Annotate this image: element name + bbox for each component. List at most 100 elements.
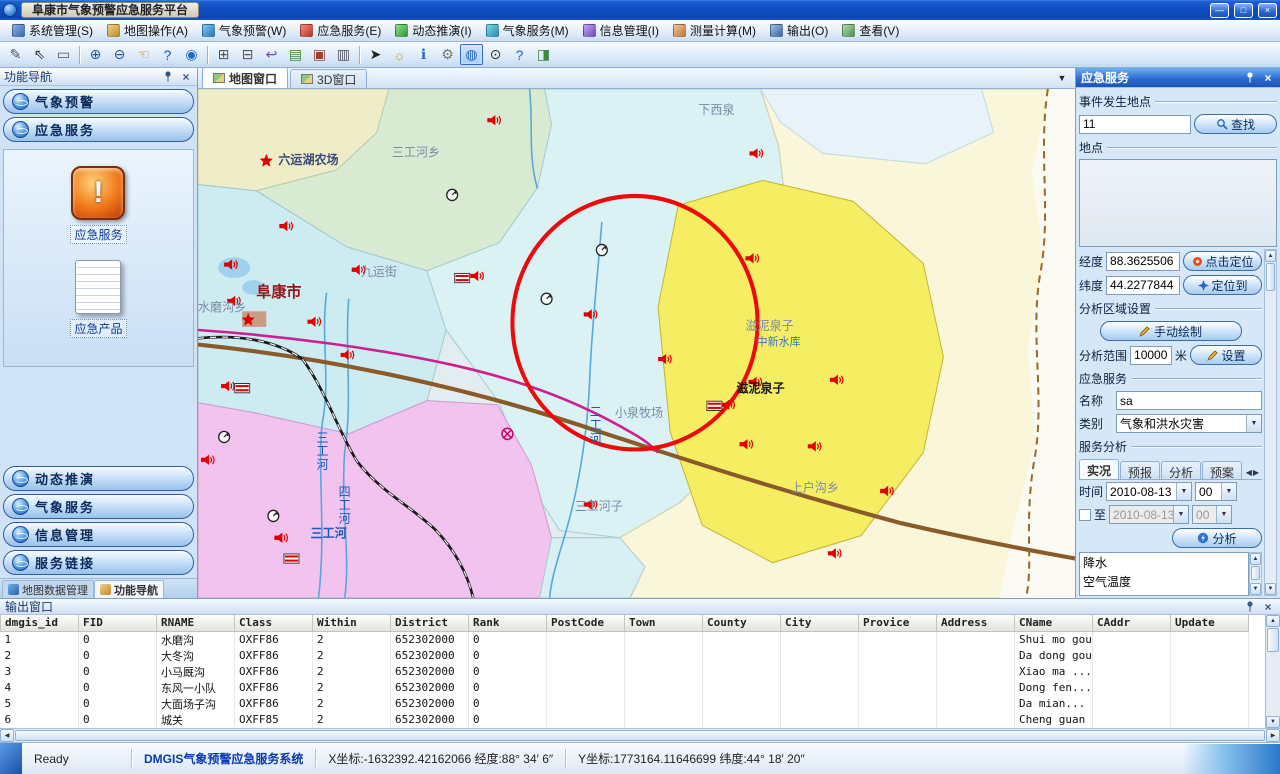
tab-map-data-management[interactable]: 地图数据管理	[2, 580, 94, 598]
menu-system-management[interactable]: 系统管理(S)	[6, 20, 99, 41]
weather-station-marker[interactable]	[541, 293, 552, 304]
weather-station-marker[interactable]	[219, 431, 230, 442]
table-row[interactable]: 20大冬沟OXFF8626523020000Da dong gou	[1, 648, 1249, 664]
scroll-up-icon[interactable]: ▲	[1265, 250, 1276, 262]
search-button[interactable]: 查找	[1194, 114, 1277, 134]
output-vertical-scrollbar[interactable]: ▲ ▼	[1265, 615, 1280, 728]
select-rectangle-button[interactable]: ▭	[52, 44, 75, 65]
column-header[interactable]: County	[703, 615, 781, 631]
info-button[interactable]: ℹ	[412, 44, 435, 65]
pan-hand-button[interactable]: ☜	[132, 44, 155, 65]
to-date-dropdown[interactable]: 2010-08-13 ▼	[1109, 505, 1189, 524]
service-list-item[interactable]: 空气温度	[1080, 572, 1248, 591]
column-header[interactable]: PostCode	[547, 615, 625, 631]
service-list[interactable]: 降水空气温度	[1079, 552, 1249, 596]
scroll-track[interactable]	[1266, 653, 1280, 716]
flag-marker[interactable]	[235, 383, 250, 392]
column-header[interactable]: Address	[937, 615, 1015, 631]
close-button[interactable]: ×	[1258, 3, 1277, 18]
menu-emergency-service[interactable]: 应急服务(E)	[294, 20, 387, 41]
column-header[interactable]: RNAME	[157, 615, 235, 631]
select-cursor-button[interactable]: ⇖	[28, 44, 51, 65]
help-button[interactable]: ?	[508, 44, 531, 65]
dropdown-arrow-icon[interactable]: ▼	[1173, 506, 1188, 523]
weather-station-marker[interactable]	[596, 244, 607, 255]
map-layers-button[interactable]: ▤	[284, 44, 307, 65]
scroll-down-icon[interactable]: ▼	[1250, 583, 1261, 595]
flag-marker[interactable]	[455, 273, 470, 282]
menu-weather-service[interactable]: 气象服务(M)	[480, 20, 575, 41]
nav-service-links[interactable]: 服务链接	[3, 550, 194, 575]
right-panel-scrollbar[interactable]: ▲ ▼	[1264, 249, 1277, 596]
scroll-track[interactable]	[1265, 292, 1276, 583]
column-header[interactable]: Town	[625, 615, 703, 631]
identify-button[interactable]: ?	[156, 44, 179, 65]
column-header[interactable]: Provice	[859, 615, 937, 631]
weather-station-marker[interactable]	[268, 510, 279, 521]
minimize-button[interactable]: —	[1210, 3, 1229, 18]
tab-map-window[interactable]: 地图窗口	[202, 67, 288, 88]
table-row[interactable]: 60城关OXFF8526523020000Cheng guan	[1, 712, 1249, 728]
output-close-icon[interactable]: ×	[1261, 600, 1275, 614]
to-hour-dropdown[interactable]: 00 ▼	[1192, 505, 1232, 524]
output-horizontal-scrollbar[interactable]: ◀ ▶	[0, 728, 1280, 742]
launcher-emergency-service[interactable]: !应急服务	[70, 166, 126, 244]
table-row[interactable]: 50大面场子沟OXFF8626523020000Da mian...	[1, 696, 1249, 712]
edit-pencil-button[interactable]: ✎	[4, 44, 27, 65]
tab-analysis[interactable]: 分析	[1161, 461, 1201, 479]
menu-weather-warning[interactable]: 气象预警(W)	[196, 20, 292, 41]
scroll-left-icon[interactable]: ◀	[0, 729, 14, 742]
to-checkbox[interactable]	[1079, 509, 1091, 521]
nav-weather-service[interactable]: 气象服务	[3, 494, 194, 519]
menu-map-operations[interactable]: 地图操作(A)	[101, 20, 194, 41]
menu-measurement-calculation[interactable]: 测量计算(M)	[667, 20, 762, 41]
flag-marker[interactable]	[284, 554, 299, 563]
dropdown-arrow-icon[interactable]: ▼	[1221, 483, 1236, 500]
locate-to-button[interactable]: 定位到	[1183, 275, 1262, 295]
right-panel-close-icon[interactable]: ×	[1261, 71, 1275, 85]
bulb-button[interactable]: ☼	[388, 44, 411, 65]
scroll-thumb[interactable]	[1267, 628, 1279, 652]
scroll-thumb[interactable]	[1251, 566, 1260, 580]
previous-extent-button[interactable]: ↩	[260, 44, 283, 65]
click-locate-button[interactable]: 点击定位	[1183, 251, 1262, 271]
restore-button[interactable]: □	[1234, 3, 1253, 18]
column-header[interactable]: CAddr	[1093, 615, 1171, 631]
dropdown-arrow-icon[interactable]: ▼	[1216, 506, 1231, 523]
weather-station-marker[interactable]	[447, 189, 458, 200]
scroll-right-icon[interactable]: ▶	[1266, 729, 1280, 742]
service-list-item[interactable]: 降水	[1080, 553, 1248, 572]
menu-view[interactable]: 查看(V)	[836, 20, 905, 41]
latitude-input[interactable]	[1106, 276, 1180, 295]
analyze-button[interactable]: 分析	[1172, 528, 1262, 548]
image-export-button[interactable]: ▣	[308, 44, 331, 65]
settings-gear-button[interactable]: ⚙	[436, 44, 459, 65]
zoom-in-button[interactable]: ⊕	[84, 44, 107, 65]
menu-dynamic-deduction[interactable]: 动态推演(I)	[389, 20, 477, 41]
window-list-dropdown-icon[interactable]: ▼	[1053, 70, 1071, 86]
longitude-input[interactable]	[1106, 252, 1180, 271]
full-extent-button[interactable]: ◉	[180, 44, 203, 65]
manual-draw-button[interactable]: 手动绘制	[1100, 321, 1242, 341]
map-svg[interactable]: 六运湖农场三工河乡下西泉九运街阜康市水磨沟乡滋泥泉子中新水库滋泥泉子小泉牧场上户…	[198, 89, 1075, 598]
time-date-dropdown[interactable]: 2010-08-13 ▼	[1106, 482, 1192, 501]
output-pin-icon[interactable]	[1243, 600, 1257, 614]
service-list-scrollbar[interactable]: ▲ ▼	[1249, 552, 1262, 596]
tab-3d-window[interactable]: 3D窗口	[290, 69, 367, 88]
tab-live[interactable]: 实况	[1079, 459, 1119, 479]
analysis-range-input[interactable]	[1130, 346, 1172, 365]
scroll-down-icon[interactable]: ▼	[1266, 716, 1280, 728]
column-header[interactable]: Class	[235, 615, 313, 631]
flag-marker[interactable]	[707, 401, 722, 410]
pointer-arrow-button[interactable]: ➤	[364, 44, 387, 65]
scroll-thumb[interactable]	[1266, 263, 1275, 291]
column-header[interactable]: dmgis_id	[1, 615, 79, 631]
column-header[interactable]: FID	[79, 615, 157, 631]
table-row[interactable]: 10水磨沟OXFF8626523020000Shui mo gou	[1, 631, 1249, 648]
tab-function-navigation[interactable]: 功能导航	[94, 580, 164, 598]
zoom-out-button[interactable]: ⊖	[108, 44, 131, 65]
launcher-emergency-products[interactable]: 应急产品	[70, 260, 126, 338]
print-button[interactable]: ▥	[332, 44, 355, 65]
time-hour-dropdown[interactable]: 00 ▼	[1195, 482, 1237, 501]
left-panel-pin-icon[interactable]	[161, 70, 175, 84]
